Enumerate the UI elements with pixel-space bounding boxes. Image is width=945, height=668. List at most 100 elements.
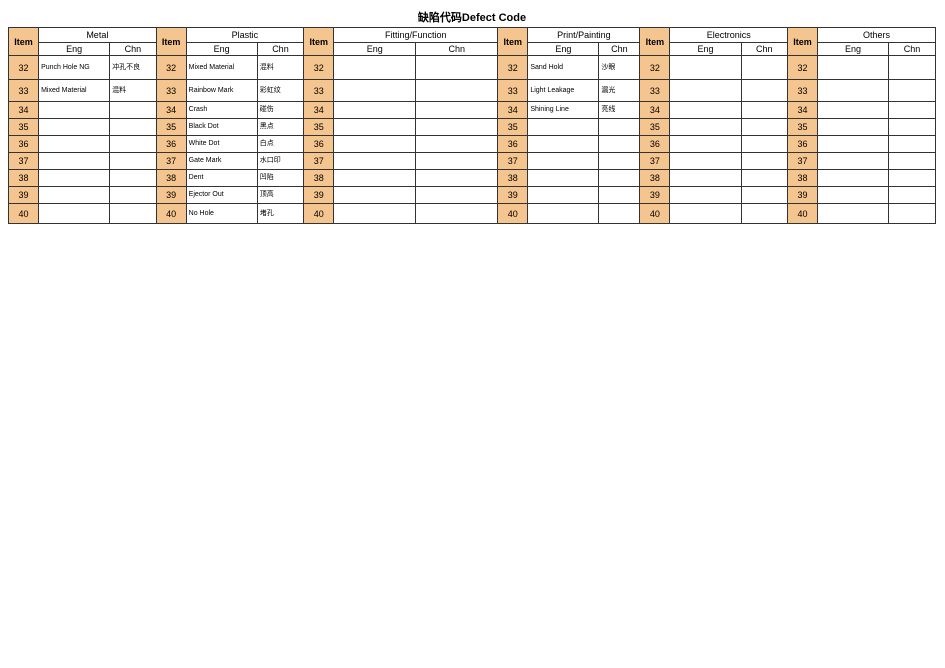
cell-chn: [741, 153, 787, 170]
cell-chn: [110, 119, 156, 136]
row-number: 40: [156, 204, 186, 224]
cell-eng: [528, 187, 599, 204]
cell-chn: [889, 119, 936, 136]
cell-eng: [670, 56, 741, 80]
row-number: 37: [9, 153, 39, 170]
row-number: 37: [304, 153, 334, 170]
cell-chn: [110, 136, 156, 153]
row-number: 32: [787, 56, 817, 80]
cell-eng: [670, 204, 741, 224]
cell-eng: [818, 136, 889, 153]
grp-metal: Metal: [39, 28, 157, 43]
cell-chn: [599, 187, 640, 204]
grp-elec: Electronics: [670, 28, 788, 43]
sub-chn: Chn: [110, 43, 156, 56]
cell-eng: Dent: [186, 170, 257, 187]
cell-eng: [818, 170, 889, 187]
cell-chn: 混料: [110, 80, 156, 102]
row-number: 35: [498, 119, 528, 136]
cell-eng: [39, 102, 110, 119]
row-number: 35: [156, 119, 186, 136]
cell-eng: [39, 136, 110, 153]
cell-eng: [818, 56, 889, 80]
cell-eng: [334, 56, 416, 80]
cell-eng: Mixed Material: [39, 80, 110, 102]
cell-chn: [416, 119, 498, 136]
row-number: 33: [156, 80, 186, 102]
cell-eng: [670, 187, 741, 204]
row-number: 32: [9, 56, 39, 80]
sub-chn: Chn: [416, 43, 498, 56]
sub-chn: Chn: [599, 43, 640, 56]
cell-eng: [818, 119, 889, 136]
row-number: 34: [156, 102, 186, 119]
cell-chn: [599, 153, 640, 170]
row-number: 34: [787, 102, 817, 119]
row-number: 39: [9, 187, 39, 204]
cell-eng: [670, 102, 741, 119]
cell-eng: [334, 153, 416, 170]
row-number: 39: [304, 187, 334, 204]
row-number: 35: [787, 119, 817, 136]
row-number: 36: [498, 136, 528, 153]
cell-chn: [416, 204, 498, 224]
cell-eng: [334, 119, 416, 136]
grp-fitting: Fitting/Function: [334, 28, 498, 43]
row-number: 37: [787, 153, 817, 170]
cell-chn: [416, 102, 498, 119]
table-row: 3636White Dot白点36363636: [9, 136, 936, 153]
col-item-0: Item: [9, 28, 39, 56]
table-row: 33Mixed Material混料33Rainbow Mark彩虹纹3333L…: [9, 80, 936, 102]
grp-plastic: Plastic: [186, 28, 304, 43]
row-number: 32: [640, 56, 670, 80]
row-number: 37: [498, 153, 528, 170]
cell-chn: [416, 80, 498, 102]
row-number: 39: [787, 187, 817, 204]
cell-chn: 彩虹纹: [257, 80, 303, 102]
row-number: 37: [156, 153, 186, 170]
cell-eng: Sand Hold: [528, 56, 599, 80]
grp-print: Print/Painting: [528, 28, 640, 43]
sub-eng: Eng: [186, 43, 257, 56]
row-number: 36: [9, 136, 39, 153]
table-body: 32Punch Hole NG冲孔不良32Mixed Material混料323…: [9, 56, 936, 224]
cell-eng: [334, 204, 416, 224]
cell-chn: [110, 102, 156, 119]
cell-eng: Rainbow Mark: [186, 80, 257, 102]
row-number: 36: [156, 136, 186, 153]
cell-chn: [741, 80, 787, 102]
cell-chn: 顶高: [257, 187, 303, 204]
row-number: 38: [498, 170, 528, 187]
cell-eng: [334, 80, 416, 102]
row-number: 40: [304, 204, 334, 224]
row-number: 35: [640, 119, 670, 136]
row-number: 38: [156, 170, 186, 187]
col-item-3: Item: [498, 28, 528, 56]
cell-eng: Mixed Material: [186, 56, 257, 80]
row-number: 38: [787, 170, 817, 187]
row-number: 37: [640, 153, 670, 170]
cell-chn: [889, 80, 936, 102]
cell-chn: [889, 136, 936, 153]
row-number: 38: [9, 170, 39, 187]
row-number: 39: [498, 187, 528, 204]
cell-eng: Gate Mark: [186, 153, 257, 170]
row-number: 33: [787, 80, 817, 102]
row-number: 36: [304, 136, 334, 153]
sub-eng: Eng: [670, 43, 741, 56]
cell-chn: 沙眼: [599, 56, 640, 80]
cell-chn: [416, 187, 498, 204]
sub-chn: Chn: [257, 43, 303, 56]
cell-chn: [599, 170, 640, 187]
row-number: 32: [498, 56, 528, 80]
row-number: 33: [498, 80, 528, 102]
table-row: 3535Black Dot黑点35353535: [9, 119, 936, 136]
cell-chn: [889, 153, 936, 170]
cell-eng: No Hole: [186, 204, 257, 224]
table-title: 缺陷代码Defect Code: [9, 8, 936, 28]
cell-eng: [670, 153, 741, 170]
table-row: 32Punch Hole NG冲孔不良32Mixed Material混料323…: [9, 56, 936, 80]
table-row: 4040No Hole堵孔40404040: [9, 204, 936, 224]
cell-chn: [741, 119, 787, 136]
cell-chn: [741, 187, 787, 204]
